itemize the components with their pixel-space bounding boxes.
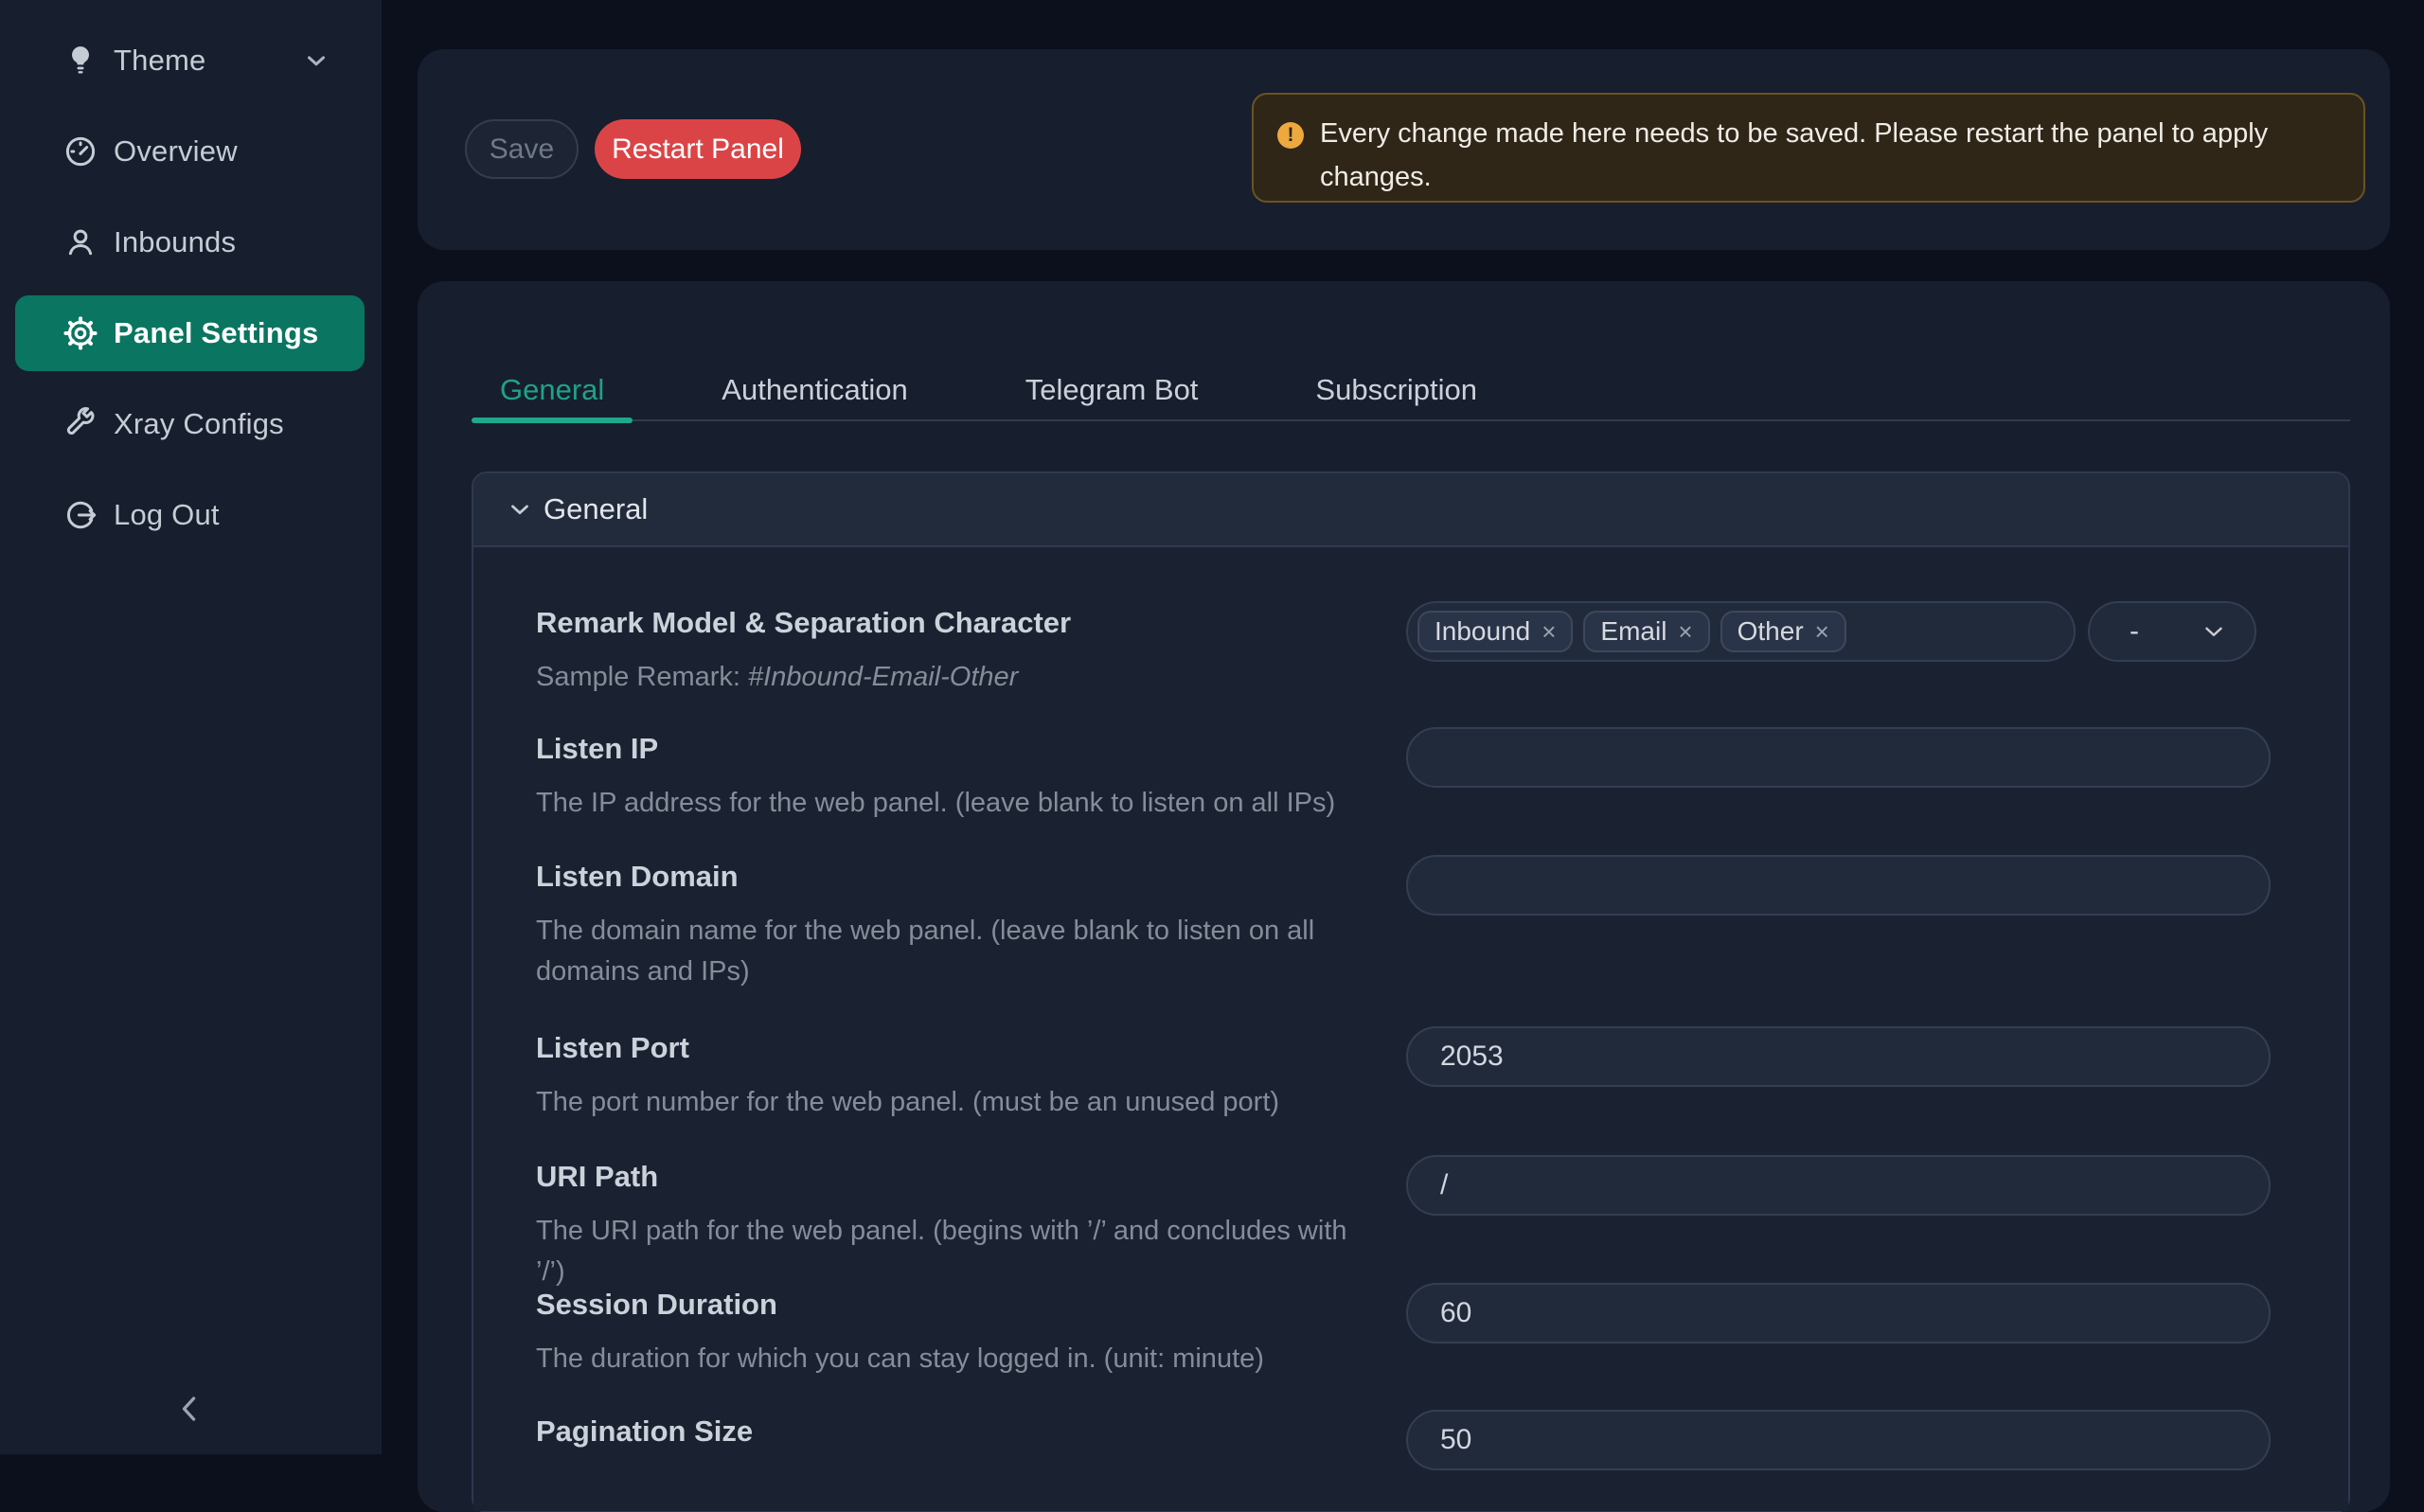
field-description: The port number for the web panel. (must… — [536, 1082, 1369, 1123]
field-description: Sample Remark: #Inbound-Email-Other — [536, 657, 1369, 698]
tag-remove-icon[interactable]: × — [1815, 619, 1829, 644]
sidebar-item-label: Inbounds — [114, 225, 236, 259]
sidebar-item-panel-settings[interactable]: Panel Settings — [15, 295, 365, 371]
sidebar-item-label: Xray Configs — [114, 407, 284, 441]
field-label: Pagination Size — [536, 1414, 1369, 1449]
field-label: Listen IP — [536, 732, 1369, 766]
settings-tabs: General Authentication Telegram Bot Subs… — [472, 361, 2350, 421]
chevron-down-icon — [302, 46, 330, 75]
separator-select[interactable]: - — [2088, 601, 2256, 662]
panel-settings-screen: Theme Overview — [0, 0, 2424, 1454]
sidebar-item-label: Overview — [114, 134, 238, 169]
sidebar-item-label: Theme — [114, 44, 205, 78]
listen-port-input[interactable] — [1406, 1026, 2271, 1087]
sidebar-item-overview[interactable]: Overview — [15, 114, 365, 189]
form-row-listen-domain: Listen Domain The domain name for the we… — [536, 855, 2348, 916]
form-row-remark-model: Remark Model & Separation Character Samp… — [536, 601, 2348, 662]
sidebar-collapse-button[interactable] — [169, 1388, 210, 1430]
tag-remove-icon[interactable]: × — [1678, 619, 1692, 644]
pagination-size-input[interactable] — [1406, 1410, 2271, 1470]
bulb-icon — [62, 43, 98, 79]
person-icon — [62, 224, 98, 260]
field-description: The IP address for the web panel. (leave… — [536, 783, 1369, 824]
sidebar-item-theme[interactable]: Theme — [15, 23, 365, 98]
sidebar-item-label: Log Out — [114, 498, 220, 532]
chevron-down-icon — [2200, 617, 2228, 646]
logout-icon — [62, 497, 98, 533]
wrench-icon — [62, 406, 98, 442]
sample-remark: #Inbound-Email-Other — [748, 662, 1018, 692]
field-label: Listen Port — [536, 1031, 1369, 1065]
general-form: Remark Model & Separation Character Samp… — [473, 547, 2348, 1511]
field-description: The duration for which you can stay logg… — [536, 1339, 1369, 1379]
field-description: The domain name for the web panel. (leav… — [536, 911, 1369, 992]
form-row-listen-port: Listen Port The port number for the web … — [536, 1026, 2348, 1087]
tag-inbound: Inbound× — [1417, 611, 1573, 652]
general-collapse-panel: General Remark Model & Separation Charac… — [472, 471, 2350, 1512]
listen-ip-input[interactable] — [1406, 727, 2271, 788]
alert-message: Every change made here needs to be saved… — [1320, 112, 2305, 199]
gear-icon — [62, 315, 98, 351]
tab-general[interactable]: General — [472, 361, 633, 419]
toolbar-card: Save Restart Panel ! Every change made h… — [418, 49, 2390, 250]
restart-panel-button[interactable]: Restart Panel — [595, 119, 801, 179]
field-label: Session Duration — [536, 1288, 1369, 1322]
settings-card: General Authentication Telegram Bot Subs… — [418, 281, 2390, 1512]
session-duration-input[interactable] — [1406, 1283, 2271, 1343]
field-label: URI Path — [536, 1160, 1369, 1194]
section-title: General — [544, 492, 648, 526]
tag-email: Email× — [1583, 611, 1709, 652]
tag-other: Other× — [1720, 611, 1846, 652]
remark-model-multiselect[interactable]: Inbound× Email× Other× — [1406, 601, 2076, 662]
tab-authentication[interactable]: Authentication — [693, 361, 936, 419]
gauge-icon — [62, 133, 98, 169]
form-row-pagination-size: Pagination Size — [536, 1410, 2348, 1470]
listen-domain-input[interactable] — [1406, 855, 2271, 916]
field-label: Remark Model & Separation Character — [536, 606, 1369, 640]
sidebar: Theme Overview — [0, 0, 382, 1454]
tab-subscription[interactable]: Subscription — [1287, 361, 1506, 419]
chevron-down-icon — [506, 495, 534, 524]
sidebar-item-inbounds[interactable]: Inbounds — [15, 205, 365, 280]
field-description: The URI path for the web panel. (begins … — [536, 1211, 1369, 1292]
form-row-session-duration: Session Duration The duration for which … — [536, 1283, 2348, 1343]
tab-telegram-bot[interactable]: Telegram Bot — [997, 361, 1227, 419]
form-row-listen-ip: Listen IP The IP address for the web pan… — [536, 727, 2348, 788]
sidebar-item-log-out[interactable]: Log Out — [15, 477, 365, 553]
form-row-uri-path: URI Path The URI path for the web panel.… — [536, 1155, 2348, 1216]
sidebar-item-label: Panel Settings — [114, 316, 318, 350]
uri-path-input[interactable] — [1406, 1155, 2271, 1216]
separator-value: - — [2130, 615, 2139, 648]
restart-warning-alert: ! Every change made here needs to be sav… — [1252, 93, 2365, 203]
general-collapse-header[interactable]: General — [473, 473, 2348, 547]
save-button[interactable]: Save — [465, 119, 579, 179]
tag-remove-icon[interactable]: × — [1542, 619, 1556, 644]
warning-icon: ! — [1277, 122, 1304, 149]
field-label: Listen Domain — [536, 860, 1369, 894]
sidebar-item-xray-configs[interactable]: Xray Configs — [15, 386, 365, 462]
